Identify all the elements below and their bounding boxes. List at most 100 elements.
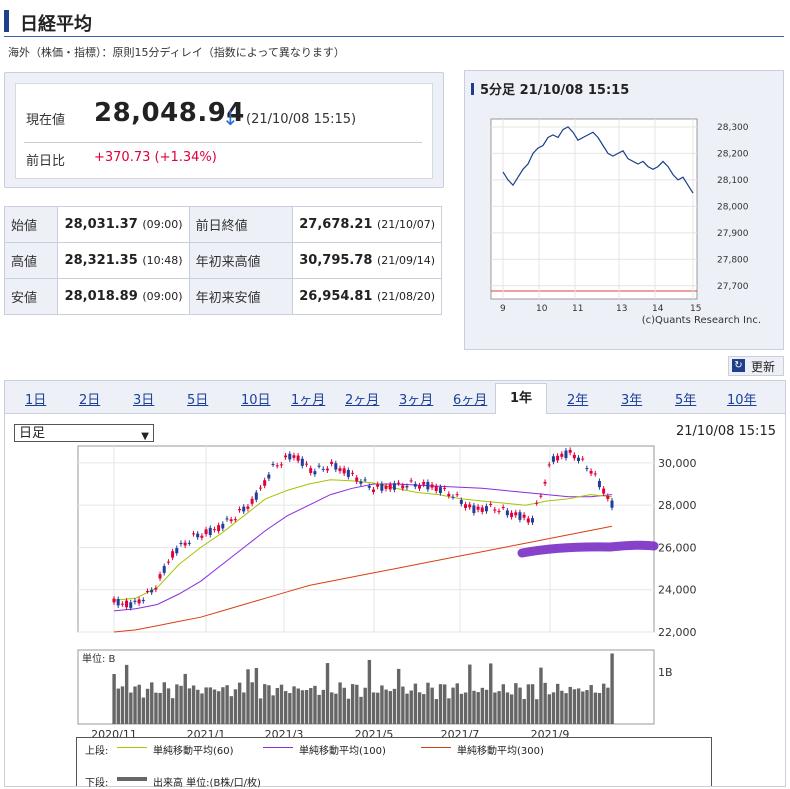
tab-0[interactable]: 1日 [25,389,46,408]
candle-body [451,496,455,498]
volume-bar [543,682,547,724]
volume-bar [484,689,489,724]
tab-2[interactable]: 3日 [133,389,154,408]
volume-bar [283,691,288,724]
tab-9[interactable]: 1年 [495,383,547,414]
volume-y-tick: 1B [658,666,673,679]
legend-upper-label: 上段: [85,746,109,757]
candle-body [526,518,530,523]
volume-bar [338,682,342,724]
stat-time: (21/09/14) [377,254,435,267]
candle-body [120,603,124,605]
candle-body [401,485,405,489]
volume-bar [426,682,430,724]
tab-13[interactable]: 10年 [727,389,757,408]
volume-bar [317,694,321,724]
refresh-button[interactable]: ↻ 更新 [728,356,784,376]
volume-bar [526,684,531,724]
candle-body [501,507,505,509]
volume-bar [447,698,451,724]
volume-bar [409,690,413,724]
stat-value: 30,795.78 [299,253,373,268]
candle-body [292,455,296,458]
volume-bar [581,691,585,724]
legend-line-ma60 [117,747,147,748]
volume-bar [501,684,505,724]
refresh-icon: ↻ [732,359,745,372]
volume-bar [359,696,363,724]
intraday-y-tick: 27,700 [717,282,749,292]
volume-bar [242,692,246,724]
page-title: 日経平均 [20,14,92,35]
candle-body [430,484,434,488]
volume-bar [342,687,346,724]
candle-body [447,493,451,496]
candle-body [371,489,375,492]
candle-body [317,465,321,467]
candle-body [577,457,581,461]
intraday-x-tick: 14 [652,304,664,314]
tab-4[interactable]: 10日 [241,389,271,408]
volume-bar [204,687,208,724]
tab-11[interactable]: 3年 [621,389,642,408]
stat-time: (21/10/07) [377,218,435,231]
candle-body [589,470,593,474]
volume-bar [593,692,598,724]
delay-note: 海外（株価・指標）：原則15分ディレイ（指数によって異なります） [8,46,345,59]
candle-body [610,500,614,508]
candle-body [233,519,237,521]
candle-body [267,474,271,479]
stat-time: (09:00) [142,290,183,303]
main-plot-area [77,445,655,633]
candle-body [125,600,129,608]
volume-bar [200,693,204,724]
volume-bar [376,692,380,724]
stat-value: 26,954.81 [299,289,373,304]
candle-body [522,514,526,518]
volume-bar [417,692,422,724]
stat-label: 年初来安値 [188,278,293,315]
tab-6[interactable]: 2ヶ月 [345,389,379,408]
intraday-x-tick: 11 [572,304,583,314]
volume-bar [271,695,275,724]
candle-body [405,486,409,488]
volume-bar [237,682,242,724]
volume-bar [568,686,572,724]
candle-body [505,510,509,516]
volume-bar [154,692,158,724]
table-row: 安値 28,018.89 (09:00) 年初来安値 26,954.81 (21… [4,278,443,315]
intraday-x-tick: 15 [690,304,701,314]
stat-value: 28,031.37 [64,217,138,232]
volume-bar [547,694,552,724]
volume-bar [355,684,359,724]
tab-7[interactable]: 3ヶ月 [399,389,433,408]
candle-body [560,453,564,457]
candle-body [363,479,367,481]
candle-body [217,525,221,532]
volume-bar [321,689,326,724]
volume-bar [225,685,229,724]
tab-3[interactable]: 5日 [187,389,208,408]
candle-body [464,504,468,508]
volume-bar [396,668,401,724]
tab-12[interactable]: 5年 [675,389,696,408]
candle-body [593,473,597,475]
volume-bar [183,673,187,724]
tab-8[interactable]: 6ヶ月 [453,389,487,408]
stat-value: 28,018.89 [64,289,138,304]
candle-body [384,485,388,489]
tab-10[interactable]: 2年 [567,389,588,408]
candle-body [129,602,133,608]
main-chart: 30,00028,00026,00024,00022,000単位: B1B202… [77,445,697,740]
candle-body [468,504,472,508]
stat-value: 28,321.35 [64,253,138,268]
tab-5[interactable]: 1ヶ月 [291,389,325,408]
stat-value: 27,678.21 [299,217,373,232]
stat-label: 高値 [4,242,58,279]
intraday-title: 5分足 21/10/08 15:15 [480,83,630,98]
volume-bar [187,688,192,724]
candle-body [200,535,204,538]
volume-bar [191,685,196,724]
tab-1[interactable]: 2日 [79,389,100,408]
intraday-plot-area [490,118,698,300]
